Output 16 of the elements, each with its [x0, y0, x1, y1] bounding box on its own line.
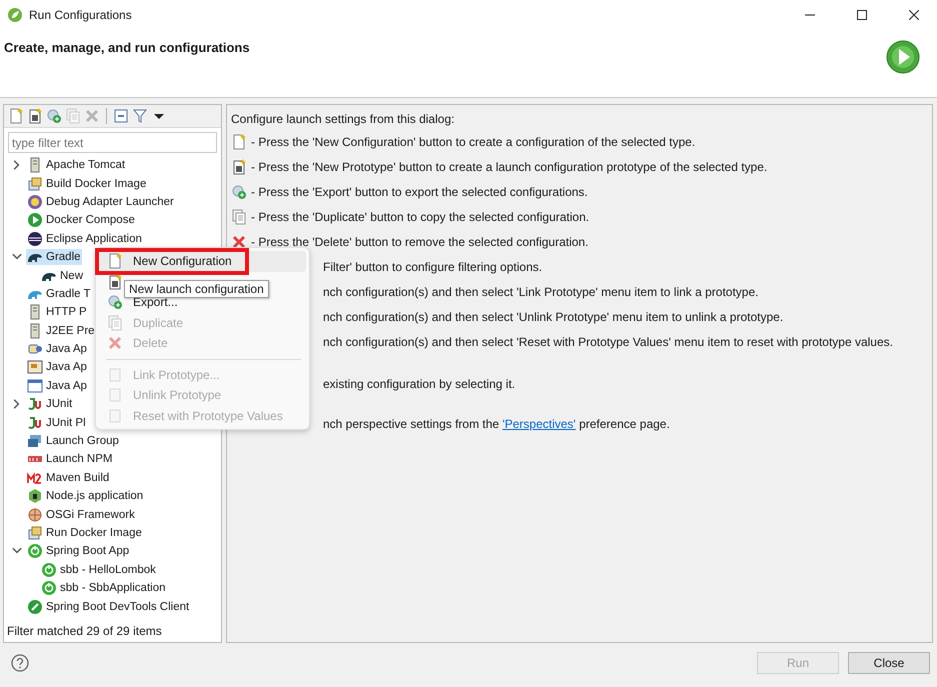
help-text: - Press the 'Duplicate' button to copy the selected configuration.: [251, 210, 590, 224]
dialog-title: Create, manage, and run configurations: [4, 40, 250, 55]
help-text: - Press the 'New Prototype' button to create a launch configuration prototype of the selected type.: [251, 160, 768, 174]
help-text: Filter' button to configure filtering options.: [323, 260, 542, 274]
filter-status: Filter matched 29 of 29 items: [6, 623, 163, 640]
help-text: nch perspective settings from the 'Perspectives' preference page.: [323, 416, 670, 430]
help-text: - Press the 'Delete' button to remove the selected configuration.: [251, 234, 588, 248]
help-text: - Press the 'Export' button to export the selected configurations.: [251, 184, 588, 198]
help-text: existing configuration by selecting it.: [323, 376, 516, 390]
help-text: - Press the 'New Configuration' button to create a configuration of the selected type.: [251, 134, 696, 148]
help-text: nch configuration(s) and then select 'Link Prototype' menu item to link a prototype.: [323, 284, 758, 298]
window-title: Run Configurations: [29, 8, 133, 22]
help-text: nch configuration(s) and then select 'Reset with Prototype Values' menu item to reset with prototype values.: [323, 334, 893, 348]
help-text: nch configuration(s) and then select 'Unlink Prototype' menu item to unlink a prototype.: [323, 310, 784, 324]
help-text: Configure launch settings from this dialog:: [231, 112, 454, 126]
tooltip: New launch configuration: [124, 280, 269, 298]
